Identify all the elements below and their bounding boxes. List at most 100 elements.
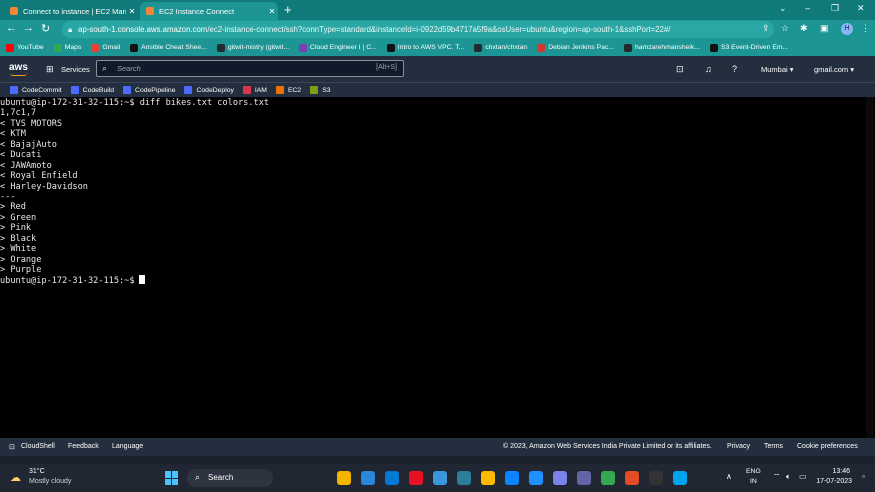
taskbar-app-icon[interactable] — [625, 471, 639, 485]
taskbar-search[interactable]: ⌕ Search — [187, 469, 273, 487]
aws-favorite-item[interactable]: CodePipeline — [123, 86, 175, 94]
new-tab-button[interactable]: + — [284, 2, 292, 17]
taskbar-app-icon[interactable] — [481, 471, 495, 485]
weather-temperature[interactable]: 31°C — [29, 468, 45, 475]
aws-favorite-item[interactable]: CodeBuild — [70, 86, 114, 94]
weather-cloud-icon[interactable]: ☁ — [10, 471, 21, 484]
clock-date[interactable]: 17-07-2023 — [812, 478, 852, 485]
aws-logo[interactable]: aws — [9, 62, 28, 73]
bookmark-item[interactable]: S3 Event-Driven Em... — [709, 43, 789, 52]
taskbar-app-icon[interactable] — [529, 471, 543, 485]
taskbar-app-icon[interactable] — [505, 471, 519, 485]
taskbar-app-icon[interactable] — [601, 471, 615, 485]
terminal-scrollbar[interactable] — [866, 97, 874, 438]
volume-icon[interactable]: 🔈︎ — [786, 472, 791, 482]
reload-icon[interactable]: ↻ — [41, 22, 50, 35]
aws-favicon-icon — [146, 7, 154, 15]
taskbar-app-icon[interactable] — [673, 471, 687, 485]
taskbar-app-icon[interactable] — [409, 471, 423, 485]
privacy-link[interactable]: Privacy — [727, 443, 750, 450]
terminal-prompt: ubuntu@ip-172-31-32-115:~$ — [0, 276, 135, 287]
ssh-terminal[interactable]: ubuntu@ip-172-31-32-115:~$ diff bikes.tx… — [0, 97, 875, 438]
cloudshell-icon[interactable]: ⊡ — [676, 64, 684, 75]
feedback-link[interactable]: Feedback — [68, 443, 99, 450]
bookmark-label: Intro to AWS VPC. T... — [397, 44, 465, 51]
bookmarks-bar: YouTube Maps Gmail Ansible Cheat Shee... git… — [0, 39, 875, 56]
language-indicator[interactable]: ENG — [746, 468, 761, 475]
sidebar-icon[interactable]: ▣ — [820, 23, 829, 34]
language-region[interactable]: IN — [750, 478, 757, 485]
aws-favorite-item[interactable]: IAM — [242, 86, 267, 94]
back-arrow-icon[interactable]: ← — [6, 22, 17, 34]
bookmark-star-icon[interactable]: ☆ — [781, 23, 789, 34]
aws-favorite-label: CodeCommit — [22, 86, 62, 94]
cookie-preferences-link[interactable]: Cookie preferences — [797, 443, 858, 450]
forward-arrow-icon[interactable]: → — [23, 22, 34, 34]
cloudshell-link[interactable]: CloudShell — [21, 443, 55, 450]
taskbar-app-icon[interactable] — [433, 471, 447, 485]
region-selector[interactable]: Mumbai ▾ — [761, 65, 794, 74]
help-icon[interactable]: ? — [732, 64, 737, 74]
extensions-icon[interactable]: ✱ — [800, 23, 808, 34]
aws-service-icon — [10, 86, 18, 94]
weather-description[interactable]: Mostly cloudy — [29, 478, 71, 485]
share-icon[interactable]: ⇪ — [762, 23, 770, 34]
aws-favorite-item[interactable]: EC2 — [275, 86, 301, 94]
services-button[interactable]: Services — [61, 65, 90, 74]
close-icon[interactable]: ✕ — [266, 7, 278, 16]
wifi-icon[interactable]: ⌔ — [773, 472, 781, 482]
close-icon[interactable]: ✕ — [126, 7, 138, 16]
bookmark-item[interactable]: Debian Jenkins Pac... — [537, 43, 614, 52]
bookmark-item[interactable]: Ansible Cheat Shee... — [130, 43, 207, 52]
terminal-line: > Green — [0, 212, 37, 223]
tab-search-icon[interactable]: ⌄ — [779, 3, 787, 14]
notifications-bell-icon[interactable]: ♫ — [705, 64, 712, 74]
windows-start-icon[interactable] — [165, 471, 179, 485]
bookmark-favicon-icon — [91, 43, 100, 52]
url-bar[interactable]: 🔒︎ ap-south-1.console.aws.amazon.com/ec2… — [62, 21, 774, 38]
window-close-button[interactable]: ✕ — [857, 3, 865, 14]
services-grid-icon[interactable]: ⊞ — [46, 64, 54, 75]
lock-icon: 🔒︎ — [68, 24, 73, 34]
account-menu[interactable]: gmail.com ▾ — [814, 65, 854, 74]
aws-favorite-item[interactable]: CodeCommit — [10, 86, 62, 94]
profile-avatar[interactable]: H — [841, 23, 853, 35]
language-link[interactable]: Language — [112, 443, 143, 450]
tab-ec2-instance-connect[interactable]: EC2 Instance Connect ✕ — [140, 2, 278, 20]
terminal-line: ubuntu@ip-172-31-32-115:~$ diff bikes.tx… — [0, 98, 270, 108]
bookmark-item[interactable]: hamzarehmansheik... — [623, 43, 700, 52]
aws-favorite-item[interactable]: CodeDeploy — [184, 86, 234, 94]
taskbar-app-icon[interactable] — [649, 471, 663, 485]
bookmark-label: Gmail — [102, 44, 121, 51]
bookmark-item[interactable]: Gmail — [91, 43, 121, 52]
terms-link[interactable]: Terms — [764, 443, 783, 450]
taskbar-app-icon[interactable] — [457, 471, 471, 485]
tab-connect-to-instance[interactable]: Connect to instance | EC2 Manag ✕ — [4, 2, 138, 20]
taskbar-app-icon[interactable] — [577, 471, 591, 485]
battery-icon[interactable]: ▭ — [799, 472, 807, 481]
bookmark-item[interactable]: YouTube — [6, 43, 44, 52]
bookmark-item[interactable]: Cloud Engineer I | C... — [299, 43, 377, 52]
minimize-button[interactable]: – — [805, 3, 810, 13]
bookmark-item[interactable]: Maps — [53, 43, 81, 52]
bookmark-item[interactable]: chxtan/chxtan — [474, 43, 528, 52]
aws-service-icon — [275, 86, 284, 94]
aws-favorite-item[interactable]: S3 — [310, 86, 331, 94]
taskbar-app-icon[interactable] — [361, 471, 375, 485]
bookmark-favicon-icon — [709, 43, 718, 52]
menu-dots-icon[interactable]: ⋮ — [861, 23, 870, 34]
taskbar-app-icon[interactable] — [337, 471, 351, 485]
terminal-cursor — [138, 275, 145, 285]
restore-button[interactable]: ❐ — [831, 3, 839, 14]
bookmark-label: chxtan/chxtan — [485, 44, 528, 51]
bookmark-item[interactable]: Intro to AWS VPC. T... — [386, 43, 465, 52]
chevron-up-icon[interactable]: ∧ — [726, 472, 732, 481]
taskbar-app-icon[interactable] — [553, 471, 567, 485]
bookmark-label: S3 Event-Driven Em... — [720, 44, 789, 51]
taskbar-app-icon[interactable] — [385, 471, 399, 485]
notifications-icon[interactable]: ▫ — [862, 472, 865, 481]
aws-search-input[interactable]: ⌕ Search [Alt+S] — [96, 60, 404, 77]
cloudshell-footer-icon[interactable]: ⊡ — [9, 443, 15, 451]
bookmark-item[interactable]: gitwit-mistry (gitwit... — [216, 43, 289, 52]
clock-time[interactable]: 13:46 — [812, 468, 850, 475]
